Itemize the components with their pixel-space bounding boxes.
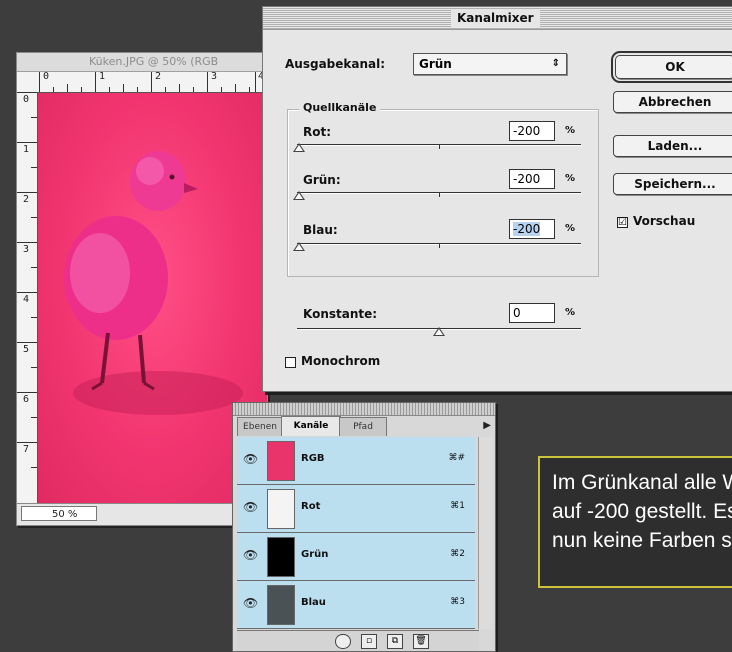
constant-value-input[interactable]: 0 (509, 303, 555, 323)
load-selection-icon[interactable] (335, 634, 351, 649)
red-slider-thumb[interactable] (293, 143, 305, 152)
monochrome-label: Monochrom (301, 354, 381, 368)
channels-palette[interactable]: Ebenen Kanäle Pfad ▶ 👁 RGB ⌘# 👁 Rot ⌘1 👁… (232, 402, 496, 652)
image-document-window[interactable]: Küken.JPG @ 50% (RGB 0 1 2 3 4 0 1 2 3 4… (16, 52, 268, 526)
preview-label: Vorschau (633, 214, 696, 228)
eye-icon[interactable]: 👁 (243, 452, 258, 466)
trash-icon[interactable]: 🗑 (413, 634, 429, 649)
new-channel-icon[interactable]: ⧉ (387, 634, 403, 649)
constant-slider-thumb[interactable] (433, 327, 445, 336)
dialog-title: Kanalmixer (451, 9, 540, 27)
horizontal-ruler: 0 1 2 3 4 (37, 71, 267, 93)
percent-unit: % (565, 307, 576, 318)
tab-channels[interactable]: Kanäle (281, 416, 341, 436)
center-tick (439, 244, 440, 248)
center-tick (439, 193, 440, 197)
caption-line: nun keine Farben sichtbar. (552, 529, 732, 552)
green-slider-thumb[interactable] (293, 191, 305, 200)
blue-slider-thumb[interactable] (293, 242, 305, 251)
zoom-field[interactable]: 50 % (21, 506, 97, 521)
caption-box: Im Grünkanal alle Werte auf -200 gestell… (538, 456, 732, 588)
ruler-label: 3 (211, 71, 218, 82)
ruler-label: 1 (23, 144, 30, 155)
channel-shortcut: ⌘1 (450, 501, 465, 511)
ruler-label: 0 (23, 94, 30, 105)
red-value-input[interactable]: -200 (509, 121, 555, 141)
status-bar: 50 % (17, 503, 267, 525)
center-tick (439, 145, 440, 149)
updown-arrows-icon: ⇕ (551, 58, 560, 69)
channel-row-green[interactable]: 👁 Grün ⌘2 (237, 533, 475, 581)
load-button[interactable]: Laden... (613, 135, 732, 157)
ruler-label: 1 (99, 71, 106, 82)
ruler-label: 2 (155, 71, 162, 82)
output-channel-label: Ausgabekanal: (285, 57, 386, 71)
ruler-label: 5 (23, 344, 30, 355)
blue-value-input[interactable]: -200 (509, 219, 555, 239)
channel-row-blue[interactable]: 👁 Blau ⌘3 (237, 581, 475, 629)
ruler-label: 6 (23, 394, 30, 405)
save-selection-icon[interactable]: ▫ (361, 634, 377, 649)
red-channel-label: Rot: (303, 125, 332, 139)
ruler-label: 0 (43, 71, 50, 82)
blue-channel-label: Blau: (303, 223, 338, 237)
channel-shortcut: ⌘2 (450, 549, 465, 559)
output-channel-value: Grün (419, 57, 452, 71)
channel-thumbnail (267, 441, 295, 481)
eye-icon[interactable]: 👁 (243, 548, 258, 562)
vertical-ruler: 0 1 2 3 4 5 6 7 (17, 92, 38, 503)
channel-name: Rot (301, 501, 321, 512)
preview-checkbox[interactable]: ☑ (617, 217, 628, 228)
channel-thumbnail (267, 585, 295, 625)
monochrome-checkbox[interactable] (285, 357, 296, 368)
percent-unit: % (565, 173, 576, 184)
ruler-label: 2 (23, 194, 30, 205)
channel-mixer-dialog[interactable]: Kanalmixer Ausgabekanal: Grün ⇕ Quellkan… (262, 6, 732, 392)
output-channel-select[interactable]: Grün ⇕ (413, 53, 567, 75)
image-window-title[interactable]: Küken.JPG @ 50% (RGB (17, 53, 267, 72)
ok-button[interactable]: OK (611, 51, 732, 83)
eye-icon[interactable]: 👁 (243, 596, 258, 610)
channel-row-rgb[interactable]: 👁 RGB ⌘# (237, 437, 475, 485)
percent-unit: % (565, 223, 576, 234)
channel-shortcut: ⌘# (448, 453, 465, 463)
source-channels-title: Quellkanäle (299, 101, 381, 114)
palette-menu-icon[interactable]: ▶ (483, 420, 491, 431)
palette-footer: ▫ ⧉ 🗑 (237, 630, 479, 651)
ruler-origin (17, 72, 38, 93)
channel-name: Blau (301, 597, 326, 608)
caption-line: auf -200 gestellt. Es sind (552, 500, 732, 523)
ruler-label: 4 (23, 294, 30, 305)
channel-thumbnail (267, 537, 295, 577)
percent-unit: % (565, 125, 576, 136)
channel-shortcut: ⌘3 (450, 597, 465, 607)
eye-icon[interactable]: 👁 (243, 500, 258, 514)
ruler-label: 7 (23, 444, 30, 455)
green-value-input[interactable]: -200 (509, 169, 555, 189)
channel-row-red[interactable]: 👁 Rot ⌘1 (237, 485, 475, 533)
cancel-button[interactable]: Abbrechen (613, 91, 732, 113)
channel-name: Grün (301, 549, 329, 560)
ruler-label: 3 (23, 244, 30, 255)
channel-thumbnail (267, 489, 295, 529)
channel-name: RGB (301, 453, 325, 464)
palette-scrollbar[interactable] (478, 437, 493, 629)
palette-title-bar[interactable] (233, 403, 495, 416)
tab-paths[interactable]: Pfad (339, 417, 387, 436)
green-channel-label: Grün: (303, 173, 341, 187)
tab-layers[interactable]: Ebenen (237, 417, 283, 436)
save-button[interactable]: Speichern... (613, 173, 732, 195)
caption-line: Im Grünkanal alle Werte (552, 471, 732, 494)
constant-label: Konstante: (303, 307, 378, 321)
dialog-title-bar[interactable]: Kanalmixer (263, 7, 732, 30)
